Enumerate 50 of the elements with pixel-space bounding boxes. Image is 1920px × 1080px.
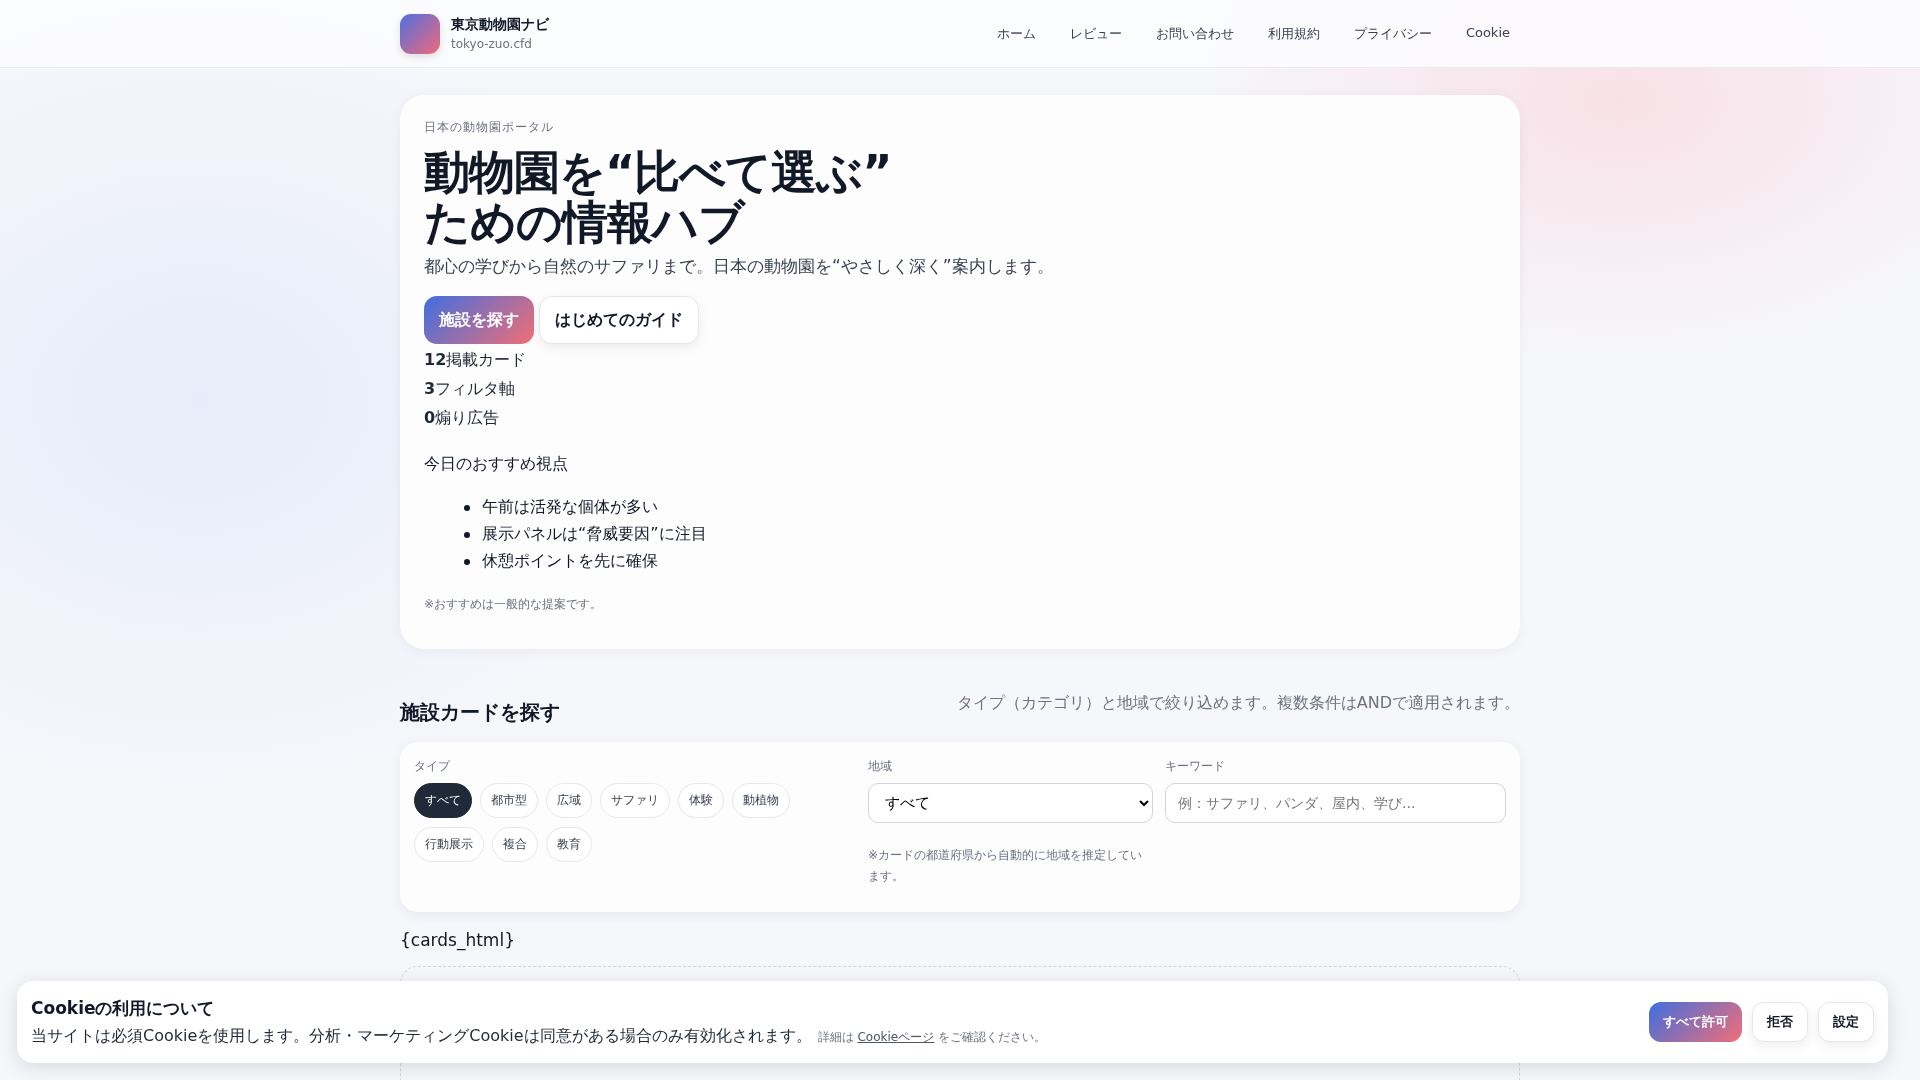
site-title: 東京動物園ナビ [451,16,549,34]
type-chip[interactable]: 都市型 [480,783,538,819]
type-label: タイプ [414,758,452,776]
region-note: ※カードの都道府県から自動的に地域を推定しています。 [868,847,1144,885]
type-chip[interactable]: 行動展示 [414,827,484,863]
section-title: 施設カードを探す [400,699,560,727]
bullet-icon [464,531,470,538]
hero-button[interactable]: 施設を探す [424,296,534,345]
region-select[interactable]: すべて [868,783,1153,824]
cookie-page-link[interactable]: Cookieページ [857,1030,935,1044]
section-description: タイプ（カテゴリ）と地域で絞り込めます。複数条件はANDで適用されます。 [956,693,1520,715]
nav-link[interactable]: 利用規約 [1267,24,1320,43]
template-text: {cards_html} [400,930,516,951]
pick-item: 展示パネルは“脅威要因”に注目 [482,524,707,546]
type-chip[interactable]: 動植物 [732,783,790,819]
cookie-button[interactable]: すべて許可 [1649,1002,1742,1042]
keyword-label: キーワード [1165,758,1226,776]
pick-item: 休憩ポイントを先に確保 [482,551,658,573]
region-label: 地域 [868,758,893,776]
nav-link[interactable]: プライバシー [1353,24,1432,43]
picks-note: ※おすすめは一般的な提案です。 [424,596,604,614]
nav-link[interactable]: Cookie [1465,24,1510,43]
hero-heading: 動物園を“比べて選ぶ” ための情報ハブ [424,148,893,248]
cookie-title: Cookieの利用について [31,997,216,1020]
picks-title: 今日のおすすめ視点 [424,454,569,476]
cookie-button[interactable]: 設定 [1818,1002,1874,1042]
hero-eyebrow: 日本の動物園ポータル [424,119,555,136]
site-domain: tokyo-zuo.cfd [451,37,533,51]
hero-lead: 都心の学びから自然のサファリまで。日本の動物園を“やさしく深く”案内します。 [424,255,1055,279]
cookie-detail: 詳細は Cookieページ をご確認ください。 [817,1029,1046,1046]
type-chip[interactable]: すべて [414,783,472,819]
pick-item: 午前は活発な個体が多い [482,497,658,519]
stat-text: 3フィルタ軸 [424,379,517,401]
bullet-icon [464,504,470,511]
nav-link[interactable]: お問い合わせ [1155,24,1234,43]
type-chip[interactable]: 複合 [492,827,538,863]
type-chip[interactable]: サファリ [600,783,670,819]
type-chip[interactable]: 教育 [546,827,592,863]
nav-link[interactable]: レビュー [1069,24,1122,43]
keyword-field[interactable]: 例：サファリ、パンダ、屋内、学び... [1165,783,1506,824]
nav-link[interactable]: ホーム [996,24,1036,43]
stat-text: 0煽り広告 [424,408,501,430]
bullet-icon [464,558,470,565]
type-chip[interactable]: 体験 [678,783,724,819]
type-chip[interactable]: 広域 [546,783,592,819]
cookie-text: 当サイトは必須Cookieを使用します。分析・マーケティングCookieは同意がある場合のみ有効化されます。 [31,1026,812,1047]
logo-icon [400,13,440,54]
hero-button[interactable]: はじめてのガイド [539,296,699,345]
cookie-button[interactable]: 拒否 [1752,1002,1808,1042]
stat-text: 12掲載カード [424,350,528,372]
